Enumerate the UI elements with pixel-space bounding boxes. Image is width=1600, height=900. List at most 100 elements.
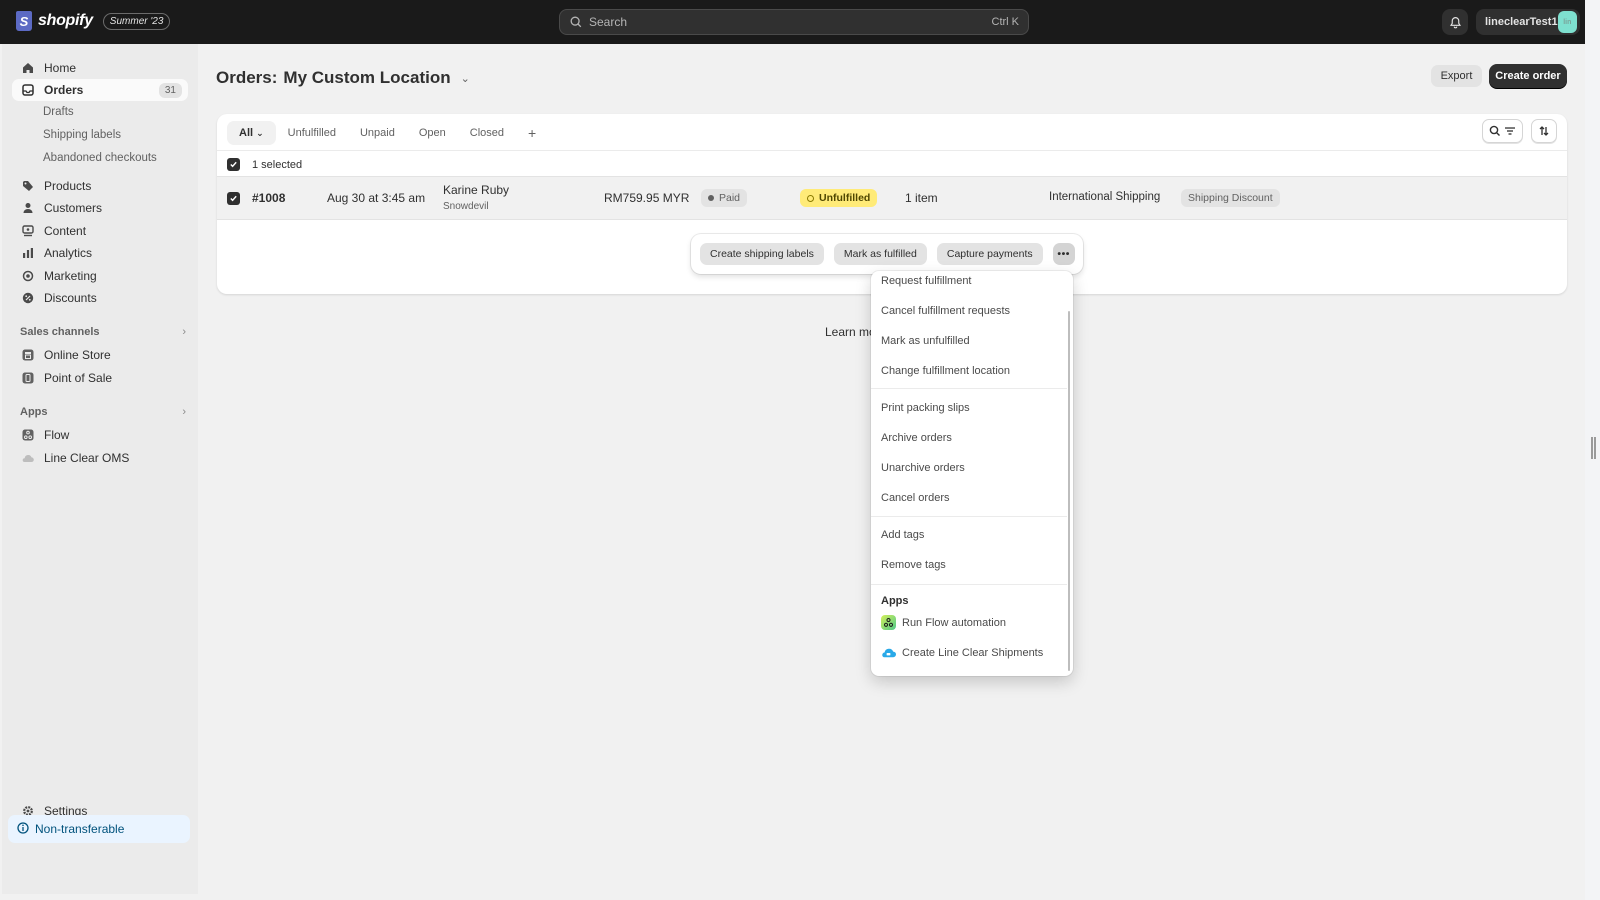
menu-item-unarchive-orders[interactable]: Unarchive orders xyxy=(881,462,965,474)
badge-label: Unfulfilled xyxy=(819,192,871,204)
location-selector[interactable]: My Custom Location xyxy=(283,68,450,88)
sidebar-item-line-clear-oms[interactable]: Line Clear OMS xyxy=(12,447,188,469)
sidebar-item-analytics[interactable]: Analytics xyxy=(12,242,188,264)
sidebar-item-label: Analytics xyxy=(44,246,93,260)
menu-item-request-fulfillment[interactable]: Request fulfillment xyxy=(881,275,972,287)
create-order-button[interactable]: Create order xyxy=(1489,64,1567,88)
flow-app-icon xyxy=(881,615,896,630)
sidebar-item-label: Discounts xyxy=(44,291,97,305)
shopify-logo[interactable]: S shopify Summer '23 xyxy=(16,11,171,31)
sidebar-item-online-store[interactable]: Online Store xyxy=(12,344,188,366)
inbox-icon xyxy=(21,83,35,97)
menu-item-mark-as-unfulfilled[interactable]: Mark as unfulfilled xyxy=(881,335,970,347)
add-view-button[interactable]: + xyxy=(516,121,548,145)
menu-scrollbar[interactable] xyxy=(1068,311,1070,671)
table-tools xyxy=(1482,119,1557,143)
sidebar-subitem-shipping-labels[interactable]: Shipping labels xyxy=(43,129,121,141)
tab-open[interactable]: Open xyxy=(407,121,458,145)
orders-count-badge: 31 xyxy=(158,82,182,98)
avatar: lin xyxy=(1557,11,1577,33)
sidebar-item-label: Orders xyxy=(44,83,84,97)
menu-divider xyxy=(871,516,1067,517)
chevron-down-icon[interactable]: ⌄ xyxy=(461,72,470,85)
bulk-actions-bar: Create shipping labels Mark as fulfilled… xyxy=(691,234,1083,274)
sort-icon xyxy=(1539,126,1549,136)
status-dot-icon xyxy=(708,195,714,201)
line-clear-app-icon xyxy=(881,645,896,660)
title-prefix: Orders: xyxy=(216,68,278,87)
menu-item-run-flow-automation[interactable]: Run Flow automation xyxy=(881,615,1006,630)
sidebar-item-label: Flow xyxy=(44,428,70,442)
menu-item-label: Run Flow automation xyxy=(902,616,1006,629)
table-row[interactable]: #1008 Aug 30 at 3:45 am Karine Ruby Snow… xyxy=(217,176,1567,220)
discount-icon xyxy=(21,291,35,305)
sort-button[interactable] xyxy=(1531,119,1557,143)
select-all-checkbox[interactable] xyxy=(227,158,240,171)
order-tag: Shipping Discount xyxy=(1181,189,1280,207)
order-total: RM759.95 MYR xyxy=(604,191,690,205)
user-menu-button[interactable]: lineclearTest1 lin xyxy=(1476,9,1580,35)
search-input[interactable]: Search Ctrl K xyxy=(559,9,1029,35)
resize-handle[interactable] xyxy=(1591,437,1596,459)
payment-status-badge: Paid xyxy=(701,189,748,207)
tab-label: All xyxy=(239,127,254,139)
menu-item-change-fulfillment-location[interactable]: Change fulfillment location xyxy=(881,365,1010,377)
row-checkbox[interactable] xyxy=(227,192,240,205)
sidebar-item-discounts[interactable]: Discounts xyxy=(12,287,188,309)
sidebar-item-content[interactable]: Content xyxy=(12,220,188,242)
learn-more-link[interactable]: Learn mo xyxy=(825,325,876,339)
menu-item-cancel-orders[interactable]: Cancel orders xyxy=(881,492,949,504)
top-bar: S shopify Summer '23 Search Ctrl K linec… xyxy=(0,0,1585,44)
bell-icon xyxy=(1449,16,1461,28)
selection-row: 1 selected xyxy=(217,150,1567,178)
menu-item-archive-orders[interactable]: Archive orders xyxy=(881,432,952,444)
chevron-down-icon: ⌄ xyxy=(256,127,264,138)
mark-as-fulfilled-button[interactable]: Mark as fulfilled xyxy=(833,243,927,265)
more-actions-menu: Request fulfillment Cancel fulfillment r… xyxy=(871,271,1073,676)
sidebar-item-orders[interactable]: Orders 31 xyxy=(12,79,188,101)
selected-count: 1 selected xyxy=(252,158,303,171)
apps-heading: Apps xyxy=(20,406,48,418)
menu-item-remove-tags[interactable]: Remove tags xyxy=(881,559,946,571)
sidebar-item-label: Customers xyxy=(44,201,103,215)
sidebar-item-marketing[interactable]: Marketing xyxy=(12,265,188,287)
menu-item-add-tags[interactable]: Add tags xyxy=(881,529,924,541)
more-actions-button[interactable]: ••• xyxy=(1052,243,1075,265)
tab-unfulfilled[interactable]: Unfulfilled xyxy=(276,121,348,145)
create-shipping-labels-button[interactable]: Create shipping labels xyxy=(700,243,824,265)
search-icon xyxy=(570,16,582,28)
sidebar-item-label: Marketing xyxy=(44,269,97,283)
tab-all[interactable]: All ⌄ xyxy=(227,121,276,145)
search-shortcut: Ctrl K xyxy=(991,16,1020,28)
menu-item-create-line-clear-shipments[interactable]: Create Line Clear Shipments xyxy=(881,645,1043,660)
fulfillment-status-badge: Unfulfilled xyxy=(800,189,878,207)
tab-unpaid[interactable]: Unpaid xyxy=(348,121,407,145)
sidebar-subitem-drafts[interactable]: Drafts xyxy=(43,106,74,118)
search-filter-button[interactable] xyxy=(1482,119,1523,143)
tab-closed[interactable]: Closed xyxy=(458,121,516,145)
item-count[interactable]: 1 item xyxy=(905,191,938,205)
export-button[interactable]: Export xyxy=(1431,65,1482,87)
capture-payments-button[interactable]: Capture payments xyxy=(936,243,1043,265)
apps-header[interactable]: Apps › xyxy=(20,406,186,418)
sidebar-item-home[interactable]: Home xyxy=(12,57,188,79)
info-icon xyxy=(17,821,29,837)
chevron-right-icon: › xyxy=(182,406,186,418)
customer-name[interactable]: Karine Ruby xyxy=(443,183,509,197)
menu-item-print-packing-slips[interactable]: Print packing slips xyxy=(881,402,970,414)
sidebar-item-point-of-sale[interactable]: Point of Sale xyxy=(12,367,188,389)
edition-badge[interactable]: Summer '23 xyxy=(102,12,171,30)
store-icon xyxy=(21,348,35,362)
sidebar-item-customers[interactable]: Customers xyxy=(12,197,188,219)
username: lineclearTest1 xyxy=(1485,16,1558,28)
non-transferable-notice[interactable]: Non-transferable xyxy=(8,815,190,843)
sidebar-item-flow[interactable]: Flow xyxy=(12,424,188,446)
menu-item-cancel-fulfillment-requests[interactable]: Cancel fulfillment requests xyxy=(881,305,1010,317)
sidebar-item-label: Products xyxy=(44,179,92,193)
order-number[interactable]: #1008 xyxy=(252,191,285,205)
sidebar-item-products[interactable]: Products xyxy=(12,175,188,197)
sidebar-subitem-abandoned-checkouts[interactable]: Abandoned checkouts xyxy=(43,152,157,164)
sidebar: Home Orders 31 Drafts Shipping labels Ab… xyxy=(2,44,198,894)
notifications-button[interactable] xyxy=(1442,9,1468,35)
sales-channels-header[interactable]: Sales channels › xyxy=(20,326,186,338)
